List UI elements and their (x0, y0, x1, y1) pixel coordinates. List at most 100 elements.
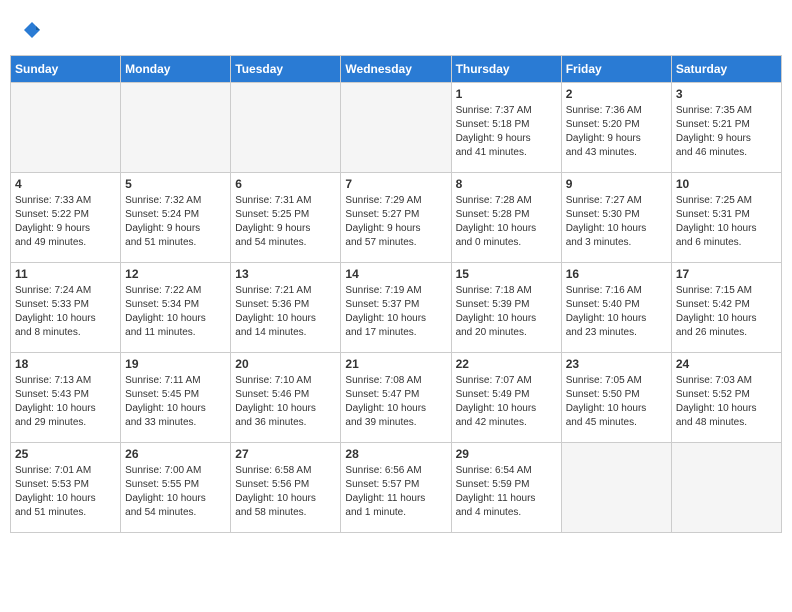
weekday-header-sunday: Sunday (11, 56, 121, 83)
day-number: 18 (15, 357, 116, 371)
day-number: 22 (456, 357, 557, 371)
calendar-cell: 7Sunrise: 7:29 AM Sunset: 5:27 PM Daylig… (341, 173, 451, 263)
calendar-cell: 25 Sunrise: 7:01 AM Sunset: 5:53 PM Dayli… (11, 443, 121, 533)
day-info: Sunrise: 7:01 AM Sunset: 5:53 PM Dayligh… (15, 464, 116, 520)
day-info: Sunrise: 7:18 AM Sunset: 5:39 PM Dayligh… (456, 284, 557, 340)
day-number: 28 (345, 447, 446, 461)
calendar-cell: 17 Sunrise: 7:15 AM Sunset: 5:42 PM Dayli… (671, 263, 781, 353)
day-info: Sunrise: 7:21 AM Sunset: 5:36 PM Dayligh… (235, 284, 336, 340)
calendar-cell (341, 83, 451, 173)
day-number: 14 (345, 267, 446, 281)
calendar-cell: 22 Sunrise: 7:07 AM Sunset: 5:49 PM Dayli… (451, 353, 561, 443)
calendar-cell: 13Sunrise: 7:21 AM Sunset: 5:36 PM Dayli… (231, 263, 341, 353)
day-number: 23 (566, 357, 667, 371)
day-info: Sunrise: 7:24 AM Sunset: 5:33 PM Dayligh… (15, 284, 116, 340)
day-number: 24 (676, 357, 777, 371)
calendar-week-4: 18 Sunrise: 7:13 AM Sunset: 5:43 PM Dayli… (11, 353, 782, 443)
calendar-week-3: 11 Sunrise: 7:24 AM Sunset: 5:33 PM Dayli… (11, 263, 782, 353)
day-info: Sunrise: 7:08 AM Sunset: 5:47 PM Dayligh… (345, 374, 446, 430)
day-number: 4 (15, 177, 116, 191)
day-info: Sunrise: 7:03 AM Sunset: 5:52 PM Dayligh… (676, 374, 777, 430)
day-info: Sunrise: 7:05 AM Sunset: 5:50 PM Dayligh… (566, 374, 667, 430)
calendar-cell: 10Sunrise: 7:25 AM Sunset: 5:31 PM Dayli… (671, 173, 781, 263)
page-header (10, 10, 782, 50)
weekday-header-friday: Friday (561, 56, 671, 83)
day-number: 10 (676, 177, 777, 191)
calendar-cell: 20 Sunrise: 7:10 AM Sunset: 5:46 PM Dayli… (231, 353, 341, 443)
day-number: 25 (15, 447, 116, 461)
day-number: 3 (676, 87, 777, 101)
calendar-cell: 5 Sunrise: 7:32 AM Sunset: 5:24 PM Daylig… (121, 173, 231, 263)
calendar-table: SundayMondayTuesdayWednesdayThursdayFrid… (10, 55, 782, 533)
calendar-cell: 28Sunrise: 6:56 AM Sunset: 5:57 PM Dayli… (341, 443, 451, 533)
day-number: 19 (125, 357, 226, 371)
calendar-cell: 12 Sunrise: 7:22 AM Sunset: 5:34 PM Dayli… (121, 263, 231, 353)
calendar-cell: 19 Sunrise: 7:11 AM Sunset: 5:45 PM Dayli… (121, 353, 231, 443)
day-number: 1 (456, 87, 557, 101)
day-info: Sunrise: 7:13 AM Sunset: 5:43 PM Dayligh… (15, 374, 116, 430)
calendar-cell: 6 Sunrise: 7:31 AM Sunset: 5:25 PM Daylig… (231, 173, 341, 263)
calendar-cell (561, 443, 671, 533)
calendar-cell: 26 Sunrise: 7:00 AM Sunset: 5:55 PM Dayli… (121, 443, 231, 533)
day-info: Sunrise: 6:54 AM Sunset: 5:59 PM Dayligh… (456, 464, 557, 520)
day-number: 5 (125, 177, 226, 191)
day-info: Sunrise: 7:37 AM Sunset: 5:18 PM Dayligh… (456, 104, 557, 160)
calendar-cell: 21 Sunrise: 7:08 AM Sunset: 5:47 PM Dayli… (341, 353, 451, 443)
calendar-cell: 2 Sunrise: 7:36 AM Sunset: 5:20 PM Daylig… (561, 83, 671, 173)
calendar-cell: 23 Sunrise: 7:05 AM Sunset: 5:50 PM Dayli… (561, 353, 671, 443)
day-info: Sunrise: 7:32 AM Sunset: 5:24 PM Dayligh… (125, 194, 226, 250)
day-number: 27 (235, 447, 336, 461)
calendar-cell (11, 83, 121, 173)
day-number: 8 (456, 177, 557, 191)
day-number: 21 (345, 357, 446, 371)
weekday-header-wednesday: Wednesday (341, 56, 451, 83)
calendar-cell: 11 Sunrise: 7:24 AM Sunset: 5:33 PM Dayli… (11, 263, 121, 353)
day-number: 17 (676, 267, 777, 281)
day-info: Sunrise: 7:29 AM Sunset: 5:27 PM Dayligh… (345, 194, 446, 250)
calendar-week-1: 1 Sunrise: 7:37 AM Sunset: 5:18 PM Daylig… (11, 83, 782, 173)
calendar-cell: 9 Sunrise: 7:27 AM Sunset: 5:30 PM Daylig… (561, 173, 671, 263)
day-info: Sunrise: 7:31 AM Sunset: 5:25 PM Dayligh… (235, 194, 336, 250)
day-info: Sunrise: 7:11 AM Sunset: 5:45 PM Dayligh… (125, 374, 226, 430)
weekday-header-saturday: Saturday (671, 56, 781, 83)
day-info: Sunrise: 7:07 AM Sunset: 5:49 PM Dayligh… (456, 374, 557, 430)
day-number: 16 (566, 267, 667, 281)
calendar-week-2: 4 Sunrise: 7:33 AM Sunset: 5:22 PM Daylig… (11, 173, 782, 263)
day-info: Sunrise: 7:27 AM Sunset: 5:30 PM Dayligh… (566, 194, 667, 250)
weekday-header-monday: Monday (121, 56, 231, 83)
calendar-cell: 29Sunrise: 6:54 AM Sunset: 5:59 PM Dayli… (451, 443, 561, 533)
calendar-cell: 3Sunrise: 7:35 AM Sunset: 5:21 PM Daylig… (671, 83, 781, 173)
day-number: 26 (125, 447, 226, 461)
calendar-cell: 16 Sunrise: 7:16 AM Sunset: 5:40 PM Dayli… (561, 263, 671, 353)
day-info: Sunrise: 7:22 AM Sunset: 5:34 PM Dayligh… (125, 284, 226, 340)
day-number: 2 (566, 87, 667, 101)
day-info: Sunrise: 7:10 AM Sunset: 5:46 PM Dayligh… (235, 374, 336, 430)
day-number: 6 (235, 177, 336, 191)
day-number: 12 (125, 267, 226, 281)
day-info: Sunrise: 7:19 AM Sunset: 5:37 PM Dayligh… (345, 284, 446, 340)
calendar-cell: 15 Sunrise: 7:18 AM Sunset: 5:39 PM Dayli… (451, 263, 561, 353)
day-info: Sunrise: 6:58 AM Sunset: 5:56 PM Dayligh… (235, 464, 336, 520)
day-info: Sunrise: 7:36 AM Sunset: 5:20 PM Dayligh… (566, 104, 667, 160)
calendar-cell (121, 83, 231, 173)
calendar-cell: 24 Sunrise: 7:03 AM Sunset: 5:52 PM Dayli… (671, 353, 781, 443)
day-info: Sunrise: 7:00 AM Sunset: 5:55 PM Dayligh… (125, 464, 226, 520)
logo (20, 20, 42, 45)
day-number: 20 (235, 357, 336, 371)
day-info: Sunrise: 7:33 AM Sunset: 5:22 PM Dayligh… (15, 194, 116, 250)
day-number: 11 (15, 267, 116, 281)
weekday-header-thursday: Thursday (451, 56, 561, 83)
day-number: 9 (566, 177, 667, 191)
weekday-header-row: SundayMondayTuesdayWednesdayThursdayFrid… (11, 56, 782, 83)
calendar-week-5: 25 Sunrise: 7:01 AM Sunset: 5:53 PM Dayli… (11, 443, 782, 533)
day-info: Sunrise: 7:28 AM Sunset: 5:28 PM Dayligh… (456, 194, 557, 250)
logo-icon (22, 20, 42, 40)
calendar-cell: 4 Sunrise: 7:33 AM Sunset: 5:22 PM Daylig… (11, 173, 121, 263)
day-info: Sunrise: 7:16 AM Sunset: 5:40 PM Dayligh… (566, 284, 667, 340)
day-info: Sunrise: 7:15 AM Sunset: 5:42 PM Dayligh… (676, 284, 777, 340)
weekday-header-tuesday: Tuesday (231, 56, 341, 83)
day-number: 15 (456, 267, 557, 281)
calendar-cell: 27 Sunrise: 6:58 AM Sunset: 5:56 PM Dayli… (231, 443, 341, 533)
calendar-cell (671, 443, 781, 533)
calendar-cell (231, 83, 341, 173)
